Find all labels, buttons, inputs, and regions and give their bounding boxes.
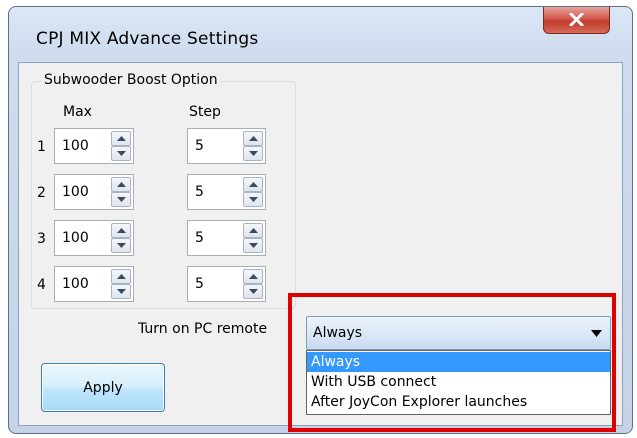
step-value: 5	[195, 276, 204, 292]
up-arrow-icon	[117, 136, 126, 141]
spin-up-button[interactable]	[243, 223, 263, 238]
max-spinner-2[interactable]: 100	[54, 174, 134, 210]
spin-up-button[interactable]	[111, 177, 131, 192]
settings-dialog: CPJ MIX Advance Settings Subwooder Boost…	[8, 6, 633, 434]
step-value: 5	[195, 230, 204, 246]
pc-remote-select[interactable]: Always	[306, 316, 611, 350]
chevron-down-icon	[591, 330, 602, 337]
spin-up-button[interactable]	[243, 131, 263, 146]
spin-up-button[interactable]	[111, 269, 131, 284]
spin-up-button[interactable]	[243, 269, 263, 284]
down-arrow-icon	[249, 197, 258, 202]
apply-button[interactable]: Apply	[41, 363, 165, 412]
row-number: 4	[37, 277, 46, 293]
down-arrow-icon	[117, 197, 126, 202]
down-arrow-icon	[117, 289, 126, 294]
up-arrow-icon	[117, 228, 126, 233]
down-arrow-icon	[117, 151, 126, 156]
step-spinner-2[interactable]: 5	[187, 174, 266, 210]
down-arrow-icon	[249, 243, 258, 248]
row-number: 3	[37, 231, 46, 247]
down-arrow-icon	[249, 151, 258, 156]
max-value: 100	[62, 184, 89, 200]
row-number: 2	[37, 185, 46, 201]
max-spinner-4[interactable]: 100	[54, 266, 134, 302]
pc-remote-label: Turn on PC remote	[138, 321, 268, 337]
step-spinner-3[interactable]: 5	[187, 220, 266, 256]
spin-down-button[interactable]	[111, 192, 131, 207]
up-arrow-icon	[249, 274, 258, 279]
step-spinner-1[interactable]: 5	[187, 128, 266, 164]
window-title: CPJ MIX Advance Settings	[36, 29, 259, 49]
up-arrow-icon	[117, 274, 126, 279]
spin-up-button[interactable]	[111, 223, 131, 238]
spin-down-button[interactable]	[111, 146, 131, 161]
step-value: 5	[195, 184, 204, 200]
spin-down-button[interactable]	[111, 238, 131, 253]
close-icon	[569, 13, 584, 26]
spin-down-button[interactable]	[243, 146, 263, 161]
spin-up-button[interactable]	[243, 177, 263, 192]
group-title: Subwooder Boost Option	[42, 72, 220, 88]
step-spinner-4[interactable]: 5	[187, 266, 266, 302]
dialog-client-area: Subwooder Boost Option Max Step 1 100 5	[18, 62, 623, 426]
spin-up-button[interactable]	[111, 131, 131, 146]
spin-down-button[interactable]	[243, 238, 263, 253]
spin-down-button[interactable]	[243, 192, 263, 207]
max-spinner-3[interactable]: 100	[54, 220, 134, 256]
down-arrow-icon	[117, 243, 126, 248]
dropdown-option-after-launch[interactable]: After JoyCon Explorer launches	[307, 392, 610, 412]
up-arrow-icon	[249, 182, 258, 187]
spin-down-button[interactable]	[111, 284, 131, 299]
max-value: 100	[62, 230, 89, 246]
row-number: 1	[37, 139, 46, 155]
step-value: 5	[195, 138, 204, 154]
column-header-max: Max	[63, 104, 92, 120]
max-value: 100	[62, 138, 89, 154]
pc-remote-dropdown-list: Always With USB connect After JoyCon Exp…	[306, 350, 611, 415]
up-arrow-icon	[249, 228, 258, 233]
dropdown-option-usb-connect[interactable]: With USB connect	[307, 372, 610, 392]
dropdown-option-always[interactable]: Always	[307, 352, 610, 372]
up-arrow-icon	[117, 182, 126, 187]
down-arrow-icon	[249, 289, 258, 294]
max-spinner-1[interactable]: 100	[54, 128, 134, 164]
close-button[interactable]	[543, 7, 610, 34]
up-arrow-icon	[249, 136, 258, 141]
spin-down-button[interactable]	[243, 284, 263, 299]
column-header-step: Step	[189, 104, 221, 120]
screenshot: CPJ MIX Advance Settings Subwooder Boost…	[0, 0, 637, 438]
subwoofer-boost-group: Subwooder Boost Option Max Step 1 100 5	[31, 72, 296, 309]
max-value: 100	[62, 276, 89, 292]
selected-value: Always	[313, 325, 363, 341]
